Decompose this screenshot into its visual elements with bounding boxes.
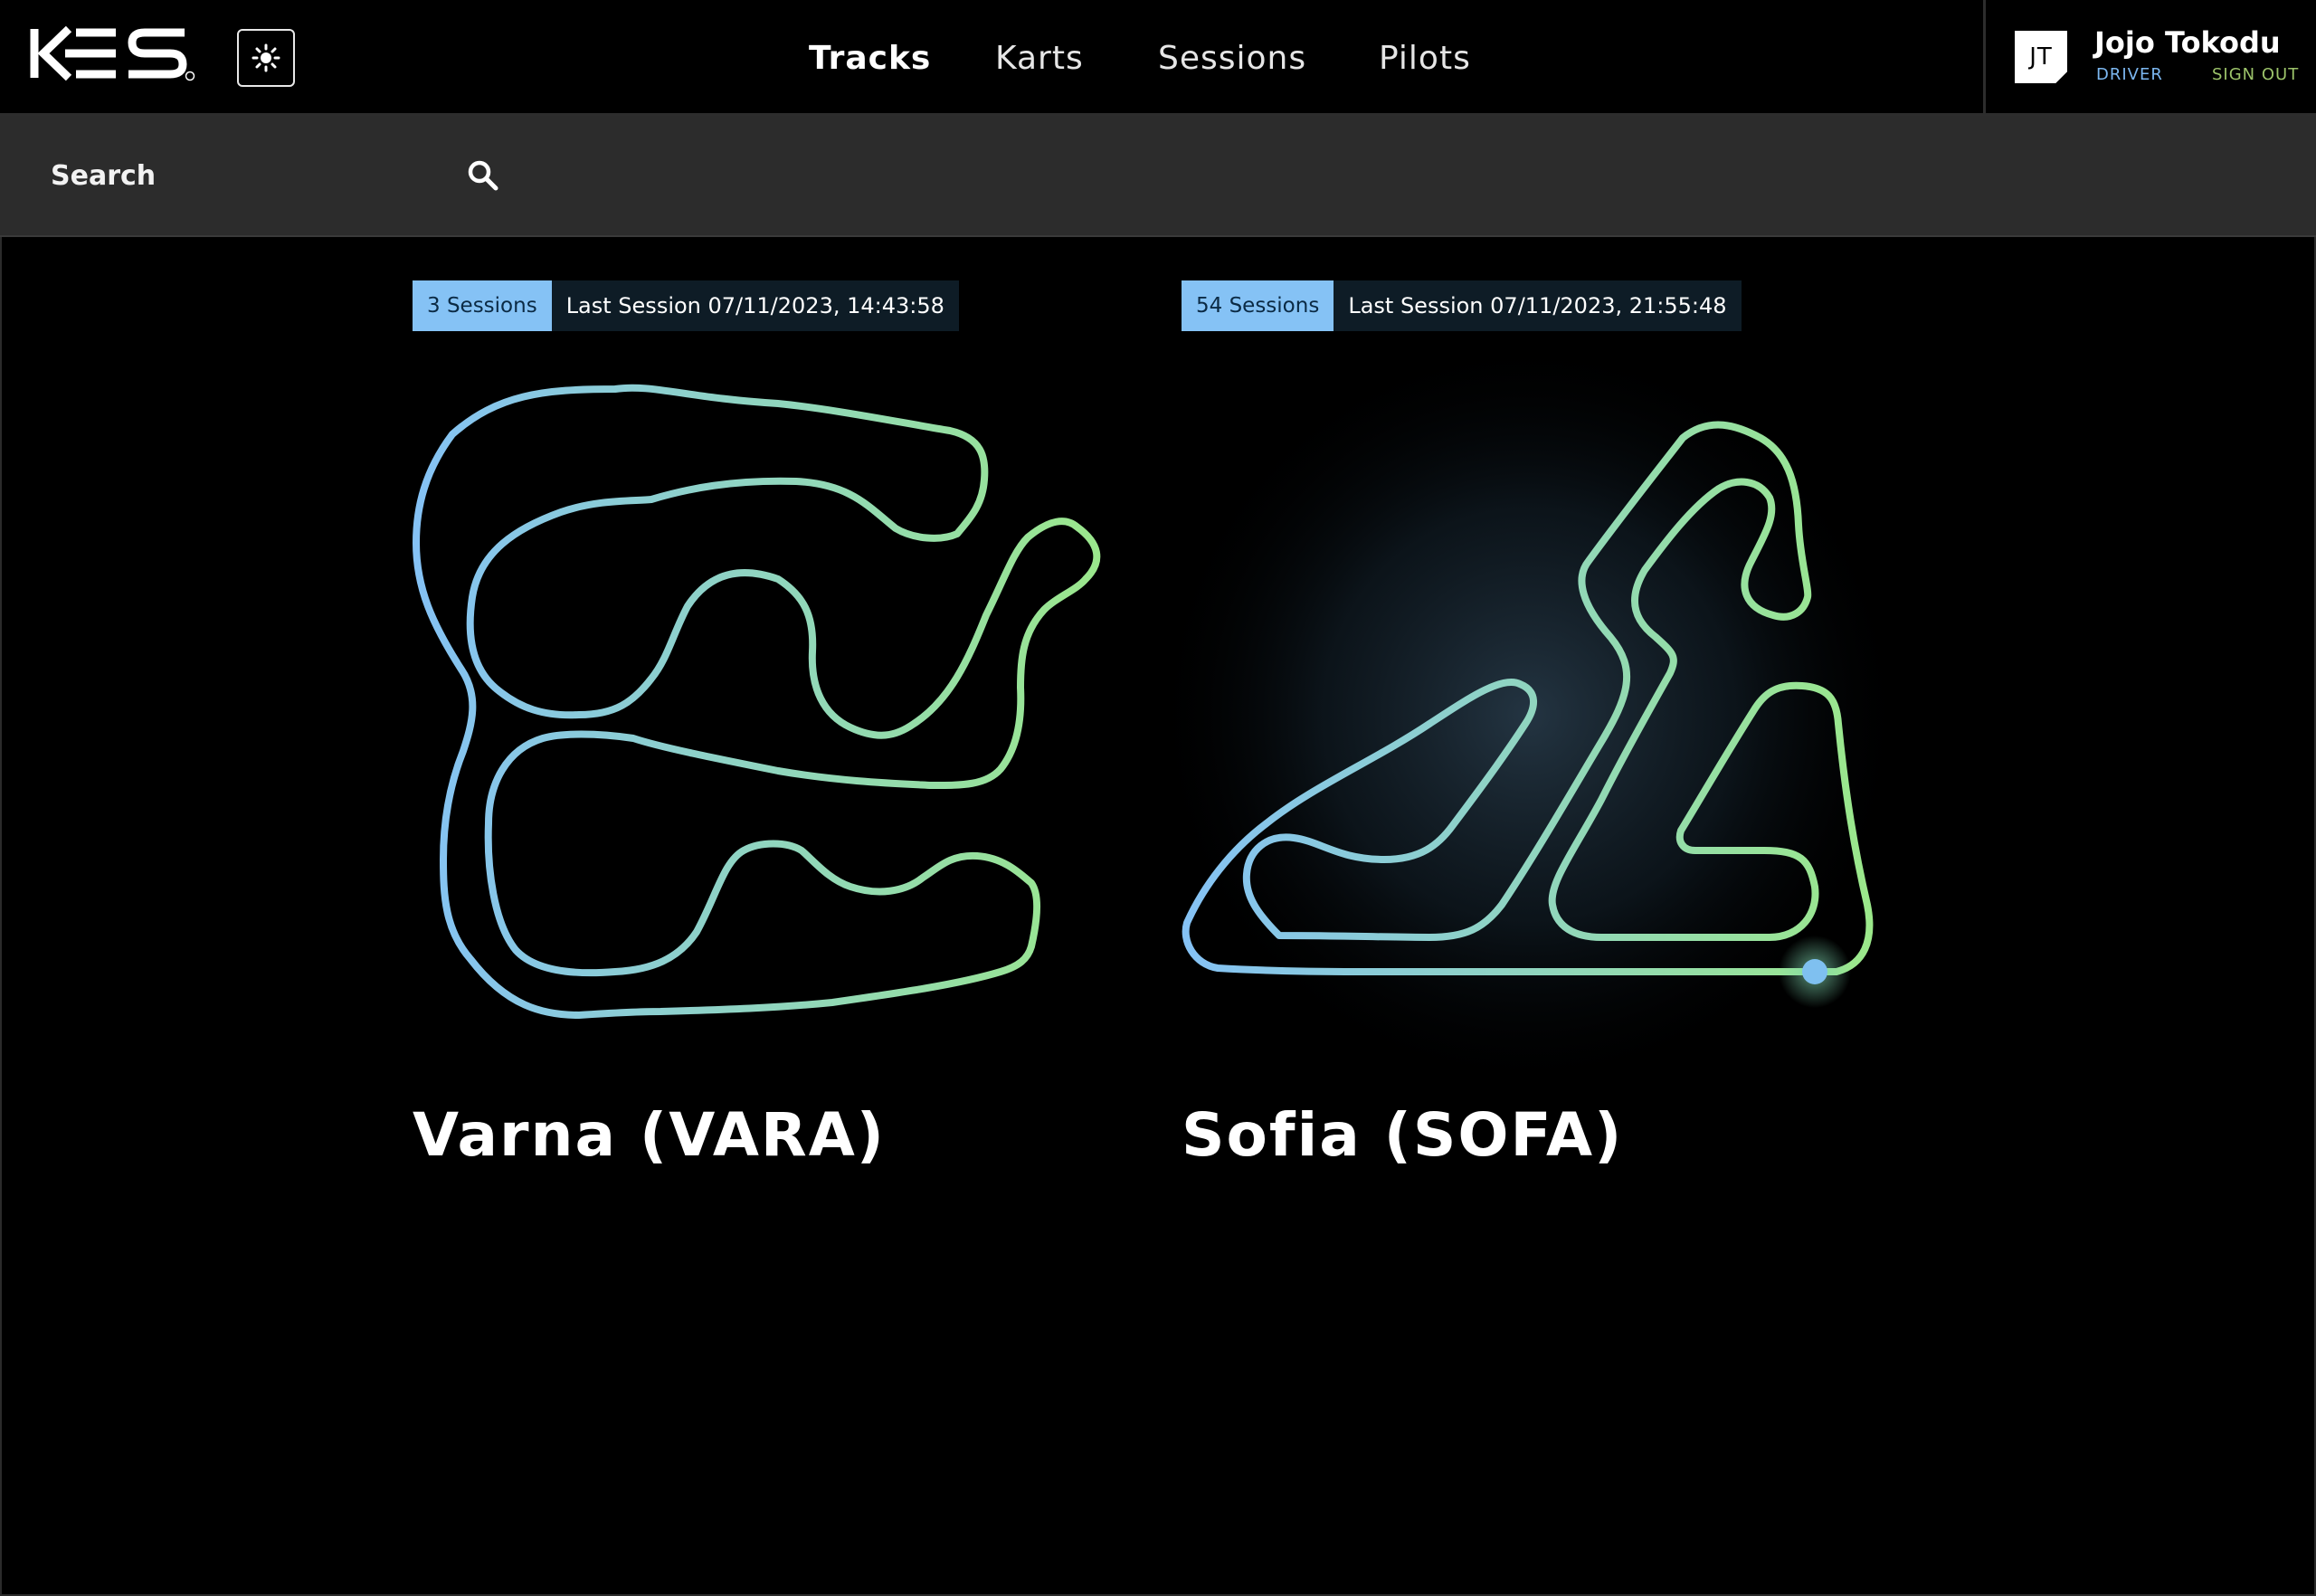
session-badges: 3 Sessions Last Session 07/11/2023, 14:4… [413,280,959,331]
kes-logo[interactable] [29,24,195,83]
user-name: Jojo Tokodu [2094,25,2281,60]
sign-out-link[interactable]: SIGN OUT [2212,65,2299,84]
last-session-badge: Last Session 07/11/2023, 21:55:48 [1334,280,1742,331]
top-navbar: Tracks Karts Sessions Pilots JT Jojo Tok… [0,0,2316,116]
track-card-sofia[interactable]: 54 Sessions Last Session 07/11/2023, 21:… [1149,280,1909,1185]
track-outline [413,384,1101,1019]
search-icon[interactable] [467,159,499,192]
sun-icon [252,43,280,72]
track-title: Varna (VARA) [413,1100,886,1170]
avatar[interactable]: JT [2015,31,2067,83]
nav-tracks[interactable]: Tracks [809,36,931,81]
search-bar [0,116,2316,237]
nav-pilots[interactable]: Pilots [1379,36,1471,81]
sessions-count-badge: 54 Sessions [1182,280,1334,331]
track-card-varna[interactable]: 3 Sessions Last Session 07/11/2023, 14:4… [413,280,1136,1185]
session-badges: 54 Sessions Last Session 07/11/2023, 21:… [1182,280,1742,331]
start-marker [1802,959,1827,984]
nav-sessions[interactable]: Sessions [1158,36,1306,81]
track-map-sofia [1149,335,1909,1095]
sessions-count-badge: 3 Sessions [413,280,552,331]
theme-toggle-button[interactable] [237,29,295,87]
nav-karts[interactable]: Karts [995,36,1084,81]
track-title: Sofia (SOFA) [1182,1100,1624,1170]
search-input[interactable] [36,147,434,204]
last-session-badge: Last Session 07/11/2023, 14:43:58 [551,280,959,331]
user-role: DRIVER [2096,65,2163,84]
user-panel: JT Jojo Tokodu DRIVER SIGN OUT [1983,0,2316,114]
track-map-varna [413,384,1101,1019]
